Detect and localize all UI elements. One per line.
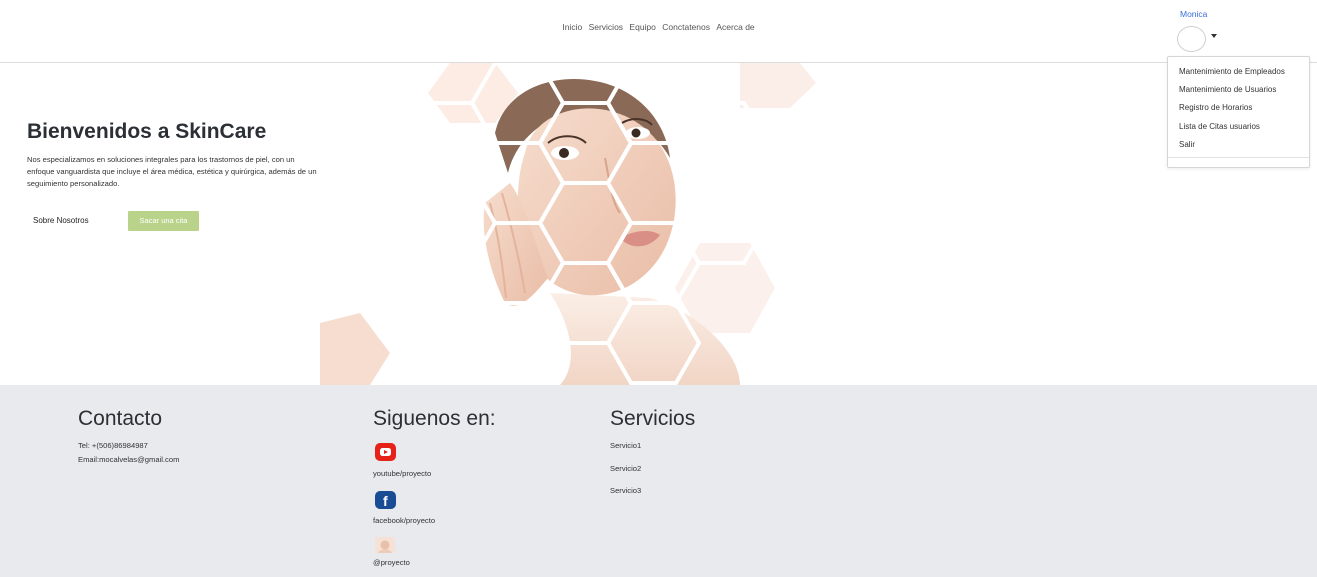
facebook-link[interactable]: facebook/proyecto	[373, 516, 435, 525]
top-navbar: Inicio Servicios Equipo Conctatenos Acer…	[0, 0, 1317, 63]
footer-service-1[interactable]: Servicio1	[610, 441, 641, 450]
menu-divider	[1168, 157, 1309, 158]
about-us-button[interactable]: Sobre Nosotros	[33, 216, 89, 225]
footer-service-3[interactable]: Servicio3	[610, 486, 641, 495]
footer-contact-title: Contacto	[78, 407, 163, 430]
nav-inicio[interactable]: Inicio	[562, 22, 582, 32]
nav-acerca-de[interactable]: Acerca de	[716, 22, 754, 32]
caret-down-icon[interactable]	[1211, 34, 1217, 38]
instagram-link[interactable]: @proyecto	[373, 558, 410, 567]
svg-text:f: f	[383, 493, 388, 509]
menu-mantenimiento-empleados[interactable]: Mantenimiento de Empleados	[1179, 67, 1285, 76]
nav-contactenos[interactable]: Conctatenos	[662, 22, 710, 32]
footer-service-2[interactable]: Servicio2	[610, 464, 641, 473]
menu-registro-horarios[interactable]: Registro de Horarios	[1179, 103, 1252, 112]
menu-mantenimiento-usuarios[interactable]: Mantenimiento de Usuarios	[1179, 85, 1276, 94]
main-nav: Inicio Servicios Equipo Conctatenos Acer…	[0, 22, 1317, 32]
book-appointment-button[interactable]: Sacar una cita	[128, 211, 199, 231]
footer-email: Email:mocalvelas@gmail.com	[78, 455, 180, 464]
nav-equipo[interactable]: Equipo	[629, 22, 655, 32]
avatar[interactable]	[1177, 26, 1206, 52]
menu-lista-citas[interactable]: Lista de Citas usuarios	[1179, 122, 1260, 131]
user-name[interactable]: Monica	[1180, 9, 1207, 19]
hero-description: Nos especializamos en soluciones integra…	[27, 155, 317, 188]
youtube-icon[interactable]	[375, 443, 396, 461]
hero-image	[320, 63, 816, 385]
footer-social-title: Siguenos en:	[373, 407, 496, 430]
instagram-icon[interactable]	[375, 537, 395, 553]
hero-title: Bienvenidos a SkinCare	[27, 120, 267, 143]
footer-phone: Tel: +(506)86984987	[78, 441, 148, 450]
footer-services-title: Servicios	[610, 407, 696, 430]
facebook-icon[interactable]: f	[375, 491, 396, 509]
youtube-link[interactable]: youtube/proyecto	[373, 469, 431, 478]
footer: Contacto Tel: +(506)86984987 Email:mocal…	[0, 385, 1317, 577]
menu-salir[interactable]: Salir	[1179, 140, 1195, 149]
user-dropdown-menu: Mantenimiento de Empleados Mantenimiento…	[1167, 56, 1310, 168]
nav-servicios[interactable]: Servicios	[589, 22, 623, 32]
